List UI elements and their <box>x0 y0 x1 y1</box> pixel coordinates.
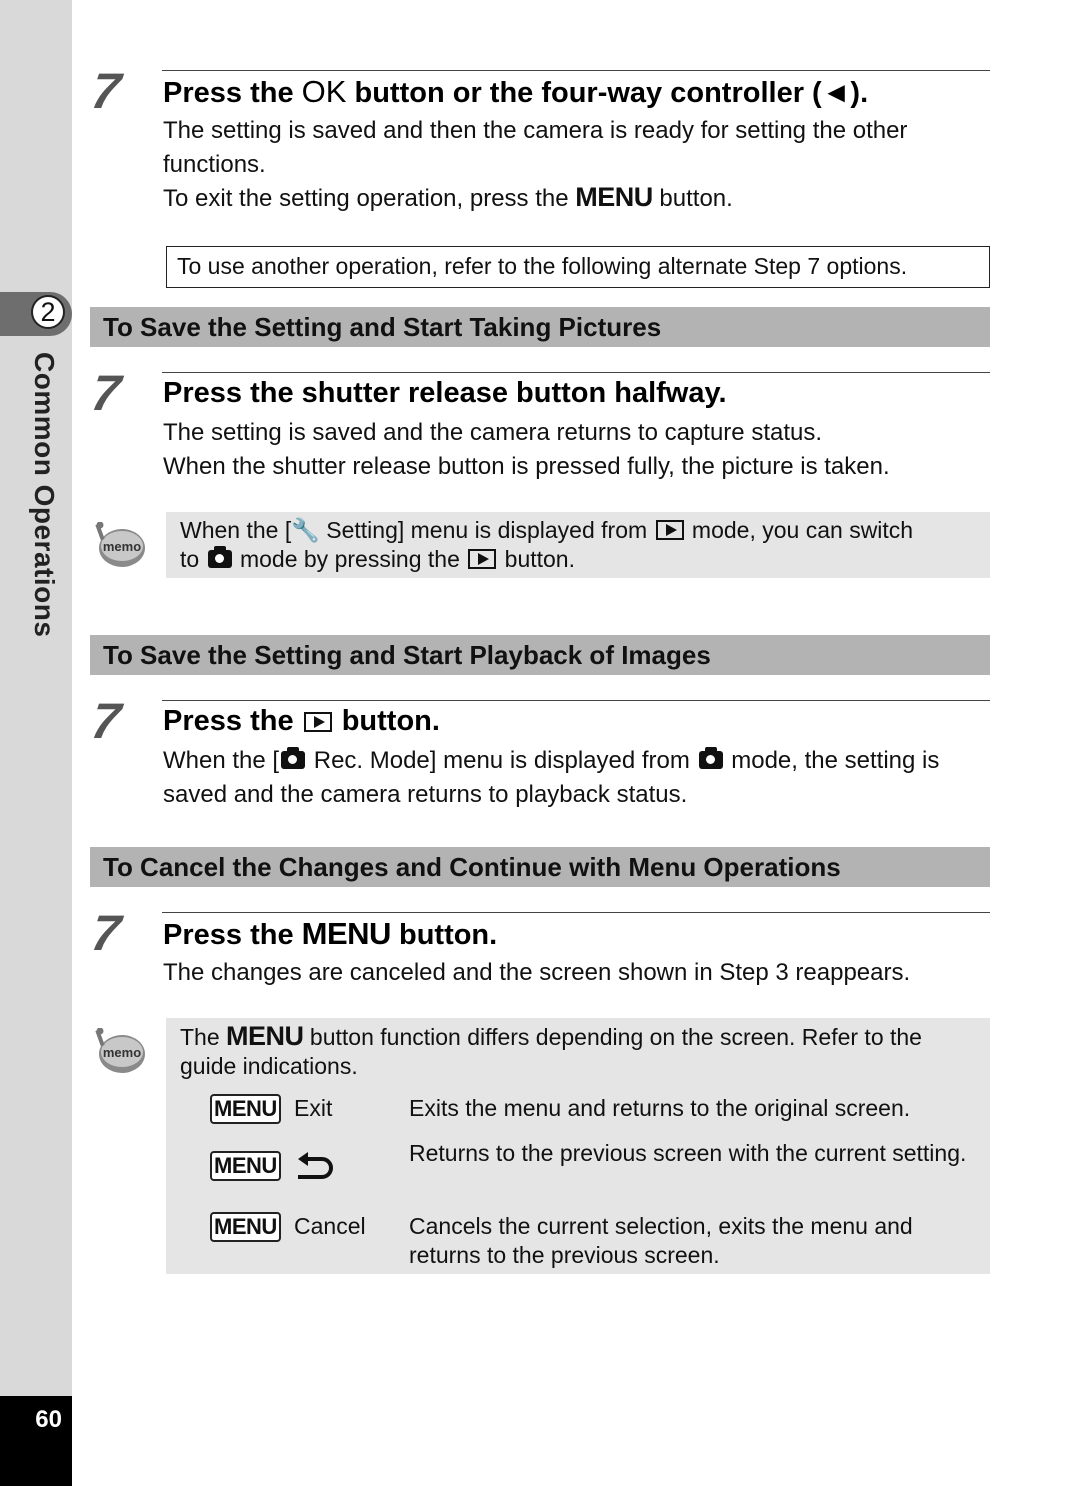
wrench-icon: 🔧 <box>291 517 320 543</box>
step-divider <box>162 70 990 71</box>
page-number: 60 <box>35 1406 62 1433</box>
chapter-sidebar <box>0 0 72 1486</box>
memo-note: The MENU button function differs dependi… <box>166 1018 990 1274</box>
step-body: The changes are canceled and the screen … <box>163 959 911 986</box>
playback-icon <box>303 712 332 732</box>
menu-key-icon: MENU <box>210 1094 281 1124</box>
guide-description: Returns to the previous screen with the … <box>409 1140 967 1166</box>
guide-description: Cancels the current selection, exits the… <box>409 1213 913 1268</box>
step-number: 7 <box>88 693 124 749</box>
return-arrow-icon <box>298 1152 333 1179</box>
alternate-options-notice: To use another operation, refer to the f… <box>166 246 990 288</box>
step-number: 7 <box>88 63 124 119</box>
section-heading: To Save the Setting and Start Playback o… <box>90 635 990 675</box>
menu-button-label: MENU <box>575 182 653 212</box>
camera-icon <box>698 747 723 769</box>
page-number-box: 60 <box>0 1396 72 1486</box>
playback-icon <box>655 520 684 540</box>
step-number: 7 <box>88 905 124 961</box>
memo-icon: memo <box>95 522 145 567</box>
step-divider <box>162 912 990 913</box>
memo-note: When the [🔧 Setting] menu is displayed f… <box>166 512 990 578</box>
guide-label: Cancel <box>294 1213 366 1239</box>
step-divider <box>162 700 990 701</box>
menu-button-label: MENU <box>301 916 392 951</box>
step-title: Press the button. <box>163 705 440 737</box>
camera-icon <box>207 546 232 568</box>
menu-key-icon: MENU <box>210 1212 281 1242</box>
step-title: Press the MENU button. <box>163 916 498 951</box>
step-body: The setting is saved and the camera retu… <box>163 419 890 480</box>
step-number: 7 <box>88 365 124 421</box>
svg-text:memo: memo <box>103 539 141 554</box>
left-arrow-icon: ◄ <box>821 77 851 109</box>
menu-button-label: MENU <box>226 1021 304 1051</box>
chapter-title: Common Operations <box>29 352 60 638</box>
svg-text:memo: memo <box>103 1045 141 1060</box>
step-divider <box>162 372 990 373</box>
memo-icon: memo <box>95 1028 145 1073</box>
menu-key-icon: MENU <box>210 1151 281 1181</box>
ok-button-label: OK <box>301 74 347 109</box>
guide-label: Exit <box>294 1095 333 1121</box>
step-title: Press the OK button or the four-way cont… <box>163 74 869 109</box>
section-heading: To Cancel the Changes and Continue with … <box>90 847 990 887</box>
step-body: The setting is saved and then the camera… <box>163 117 908 212</box>
step-body: When the [ Rec. Mode] menu is displayed … <box>163 747 940 808</box>
camera-icon <box>281 747 306 769</box>
section-heading: To Save the Setting and Start Taking Pic… <box>90 307 990 347</box>
playback-icon <box>468 549 497 569</box>
guide-description: Exits the menu and returns to the origin… <box>409 1095 911 1121</box>
chapter-number: 2 <box>31 295 65 329</box>
step-title: Press the shutter release button halfway… <box>163 377 727 409</box>
